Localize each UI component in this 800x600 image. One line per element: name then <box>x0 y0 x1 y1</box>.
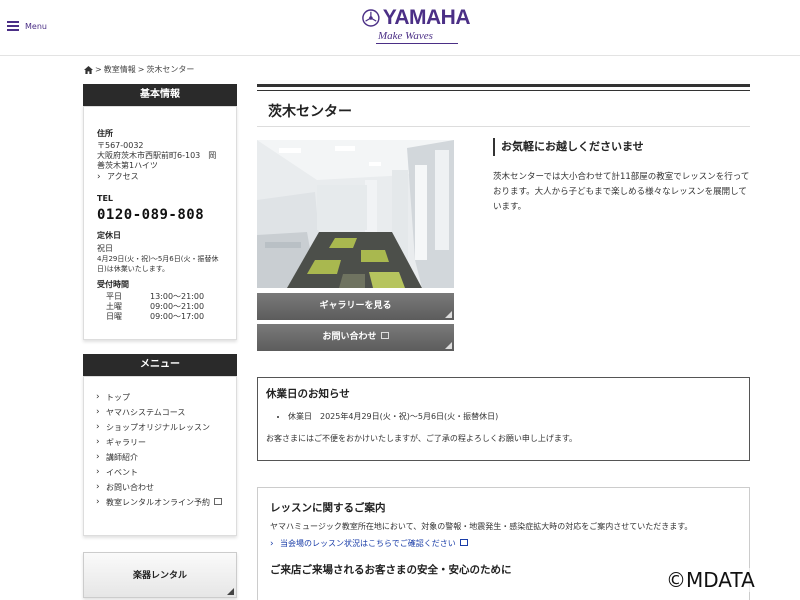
watermark: ©MDATA <box>664 568 757 592</box>
closed-days-label: 定休日 <box>97 231 121 240</box>
lesson-status-link-label: 当会場のレッスン状況はこちらでご確認ください <box>280 539 456 548</box>
yamaha-logo[interactable]: YAMAHA Make Waves <box>362 6 471 51</box>
menu-item-shop-lessons[interactable]: › ショップオリジナルレッスン <box>96 420 226 435</box>
chevron-right-icon: › <box>96 452 100 462</box>
menu-item-contact[interactable]: › お問い合わせ <box>96 480 226 495</box>
menu-item-label: ショップオリジナルレッスン <box>106 423 210 432</box>
breadcrumb-sep: > <box>95 65 102 74</box>
hamburger-icon <box>7 21 19 31</box>
chevron-right-icon: › <box>96 467 100 477</box>
breadcrumb: > 教室情報 > 茨木センター <box>84 64 194 75</box>
contact-button-label: お問い合わせ <box>322 332 377 342</box>
menu-item-label: ギャラリー <box>106 438 146 447</box>
menu-item-label: トップ <box>106 393 130 402</box>
address-label: 住所 <box>97 129 113 138</box>
closed-days-value: 祝日 <box>97 244 113 253</box>
breadcrumb-sep: > <box>137 65 145 74</box>
breadcrumb-current: 茨木センター <box>146 65 195 74</box>
chevron-right-icon: › <box>96 497 100 507</box>
lesson-status-link[interactable]: › 当会場のレッスン状況はこちらでご確認ください <box>270 538 739 549</box>
holiday-notice-list: 休業日 2025年4月29日(火・祝)〜5月6日(火・振替休日) <box>288 411 741 422</box>
instrument-rental-button[interactable]: 楽器レンタル <box>83 552 237 598</box>
access-link-label: アクセス <box>107 172 139 181</box>
title-rule-thin <box>257 90 750 91</box>
welcome-heading: お気軽にお越しくださいませ <box>493 138 750 156</box>
lesson-info-heading: レッスンに関するご案内 <box>270 502 386 514</box>
chevron-right-icon: › <box>96 407 100 417</box>
chevron-right-icon: › <box>270 538 274 549</box>
chevron-right-icon: › <box>96 422 100 432</box>
menu-list: › トップ › ヤマハシステムコース › ショップオリジナルレッスン › ギャラリー ›… <box>83 376 237 536</box>
page-title: 茨木センター <box>268 104 352 120</box>
closed-days-note: 4月29日(火・祝)〜5月6日(火・振替休日)は休業いたします。 <box>97 255 219 273</box>
address-text: 大阪府茨木市西駅前町6-103 岡善茨木第1ハイツ <box>97 151 217 170</box>
home-icon[interactable] <box>84 65 93 74</box>
hours-row: 土曜 09:00〜21:00 <box>106 302 223 312</box>
corner-arrow-icon <box>445 342 452 349</box>
hours-time: 13:00〜21:00 <box>150 292 205 301</box>
external-link-icon <box>459 539 468 546</box>
external-link-icon <box>214 498 222 505</box>
postal-code: 〒567-0032 <box>97 141 144 150</box>
menu-label: Menu <box>25 21 47 31</box>
basic-info-heading: 基本情報 <box>83 84 237 106</box>
title-rule-thick <box>257 84 750 87</box>
chevron-right-icon: › <box>96 392 100 402</box>
site-header: Menu YAMAHA Make Waves <box>0 0 800 56</box>
corner-arrow-icon <box>227 588 234 595</box>
menu-panel: メニュー › トップ › ヤマハシステムコース › ショップオリジナルレッスン › ギャ… <box>83 354 237 536</box>
hours-time: 09:00〜17:00 <box>150 312 205 321</box>
holiday-notice-heading: 休業日のお知らせ <box>266 388 350 400</box>
menu-item-room-rental[interactable]: › 教室レンタルオンライン予約 <box>96 495 226 510</box>
instrument-rental-label: 楽器レンタル <box>132 571 187 581</box>
hours-label: 受付時間 <box>97 280 129 289</box>
menu-item-label: お問い合わせ <box>106 483 154 492</box>
menu-item-top[interactable]: › トップ <box>96 390 226 405</box>
holiday-notice-item: 休業日 2025年4月29日(火・祝)〜5月6日(火・振替休日) <box>288 411 741 422</box>
hours-day: 平日 <box>106 292 122 301</box>
hours-day: 土曜 <box>106 302 122 311</box>
classroom-photo <box>257 140 454 288</box>
menu-item-gallery[interactable]: › ギャラリー <box>96 435 226 450</box>
logo-underline <box>376 43 458 44</box>
holiday-notice: 休業日のお知らせ 休業日 2025年4月29日(火・祝)〜5月6日(火・振替休日… <box>257 377 750 461</box>
lesson-info-text: ヤマハミュージック教室所在地において、対象の警報・地震発生・感染症拡大時の対応を… <box>270 522 693 531</box>
logo-tagline: Make Waves <box>378 30 433 42</box>
holiday-notice-text: お客さまにはご不便をおかけいたしますが、ご了承の程よろしくお願い申し上げます。 <box>266 434 578 443</box>
hours-row: 日曜 09:00〜17:00 <box>106 312 223 322</box>
breadcrumb-classroom-info[interactable]: 教室情報 <box>104 64 136 75</box>
phone-number[interactable]: 0120-089-808 <box>97 207 223 223</box>
menu-item-label: 教室レンタルオンライン予約 <box>106 498 210 507</box>
menu-item-label: ヤマハシステムコース <box>106 408 186 417</box>
gallery-button[interactable]: ギャラリーを見る <box>257 293 454 320</box>
menu-item-instructors[interactable]: › 講師紹介 <box>96 450 226 465</box>
menu-item-system-course[interactable]: › ヤマハシステムコース <box>96 405 226 420</box>
welcome-text: 茨木センターでは大小合わせて計11部屋の教室でレッスンを行っております。大人から… <box>493 172 750 212</box>
contact-button[interactable]: お問い合わせ <box>257 324 454 351</box>
chevron-right-icon: › <box>96 437 100 447</box>
menu-item-label: イベント <box>106 468 138 477</box>
menu-heading: メニュー <box>83 354 237 376</box>
basic-info-body: 住所 〒567-0032 大阪府茨木市西駅前町6-103 岡善茨木第1ハイツ ›… <box>83 106 237 340</box>
hours-table: 平日 13:00〜21:00 土曜 09:00〜21:00 日曜 09:00〜17:0… <box>106 292 223 322</box>
hours-day: 日曜 <box>106 312 122 321</box>
tel-label: TEL <box>97 194 114 203</box>
basic-info-panel: 基本情報 住所 〒567-0032 大阪府茨木市西駅前町6-103 岡善茨木第1… <box>83 84 237 340</box>
menu-item-label: 講師紹介 <box>106 453 138 462</box>
hours-row: 平日 13:00〜21:00 <box>106 292 223 302</box>
menu-item-events[interactable]: › イベント <box>96 465 226 480</box>
gallery-button-label: ギャラリーを見る <box>319 301 392 311</box>
access-link[interactable]: › アクセス <box>97 172 223 182</box>
logo-wordmark: YAMAHA <box>382 6 471 29</box>
chevron-right-icon: › <box>97 172 101 182</box>
external-link-icon <box>380 332 389 339</box>
chevron-right-icon: › <box>96 482 100 492</box>
hours-time: 09:00〜21:00 <box>150 302 205 311</box>
menu-button[interactable]: Menu <box>7 21 47 31</box>
tuning-fork-emblem-icon <box>362 9 380 27</box>
corner-arrow-icon <box>445 311 452 318</box>
title-underline <box>257 126 750 127</box>
